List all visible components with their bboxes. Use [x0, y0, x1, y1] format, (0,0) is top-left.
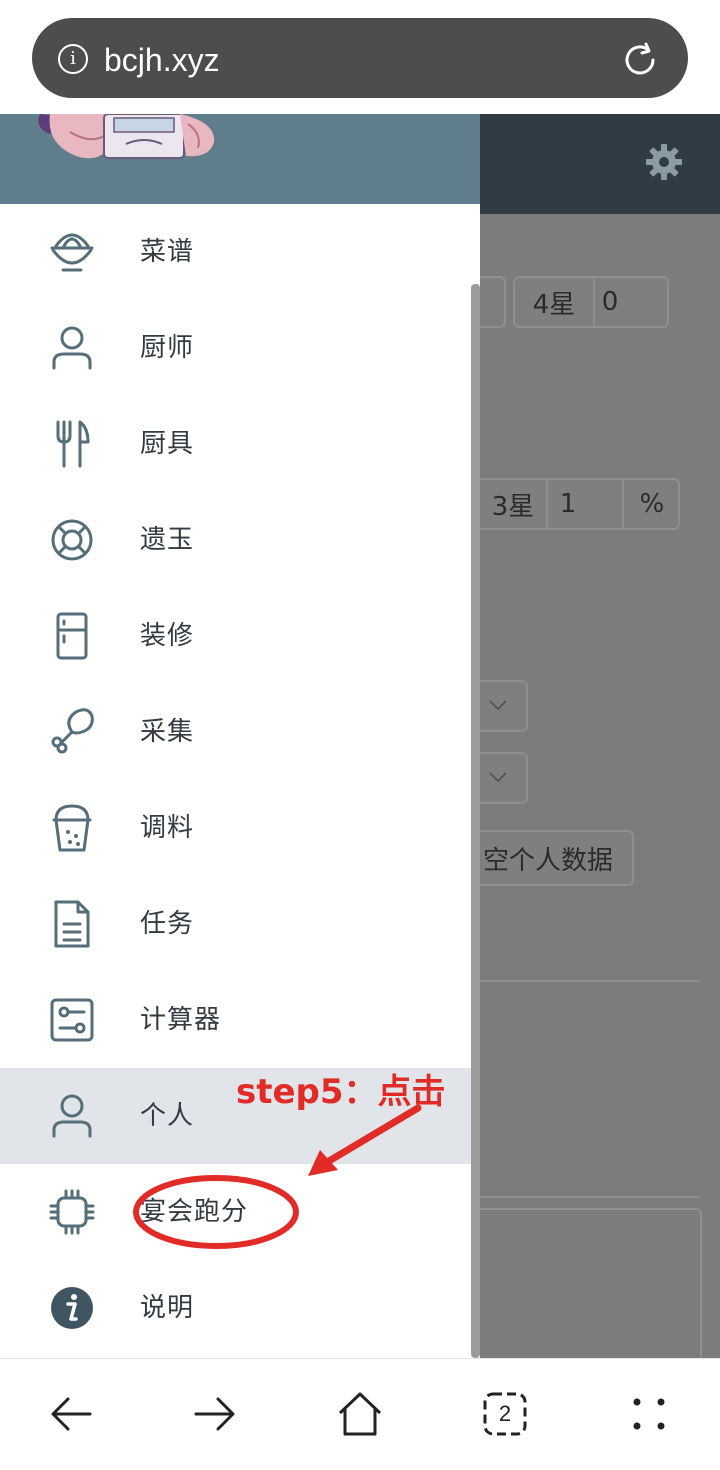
drawer-scrollbar[interactable]	[471, 284, 480, 1358]
annotation-arrow	[308, 1104, 422, 1176]
drawer-item-utensils[interactable]: 厨具	[0, 396, 480, 492]
star4-label: 4星	[515, 278, 595, 326]
browser-top-bar: i bcjh.xyz	[0, 0, 720, 114]
more-menu-icon[interactable]	[624, 1389, 674, 1439]
info-icon[interactable]: i	[58, 44, 88, 74]
divider	[480, 980, 700, 982]
drawer-item-label: 调料	[140, 813, 195, 843]
percent-unit: %	[622, 480, 680, 528]
drawer-item-calculator[interactable]: 计算器	[0, 972, 480, 1068]
url-text[interactable]: bcjh.xyz	[104, 38, 220, 82]
drawer-item-label: 厨师	[140, 333, 195, 363]
tab-count: 2	[498, 1401, 512, 1426]
chip-icon	[49, 1189, 95, 1235]
bowl-icon	[50, 233, 94, 272]
drawer-item-relics[interactable]: 遗玉	[0, 492, 480, 588]
lifebuoy-icon	[51, 519, 93, 561]
drawer-item-gather[interactable]: 采集	[0, 684, 480, 780]
drawer-item-label: 装修	[140, 621, 195, 651]
drawer-item-label: 说明	[140, 1293, 195, 1323]
star3-label: 3星	[480, 480, 548, 528]
drawer-header	[0, 114, 480, 204]
drawer-item-about[interactable]: 说明	[0, 1260, 480, 1356]
info-circle-icon	[51, 1287, 93, 1329]
star3-value: 1	[559, 489, 577, 519]
reload-icon[interactable]	[620, 40, 660, 80]
drawer-item-condiments[interactable]: 调料	[0, 780, 480, 876]
tabs-button[interactable]: 2	[480, 1389, 530, 1439]
drawer-item-label: 菜谱	[140, 237, 195, 267]
fridge-icon	[56, 612, 88, 660]
home-icon[interactable]	[335, 1389, 385, 1439]
sliders-icon	[50, 998, 94, 1042]
clear-data-label: 空个人数据	[482, 845, 613, 876]
divider	[480, 1196, 700, 1198]
utensils-icon	[56, 420, 90, 468]
browser-bottom-bar: 2	[0, 1358, 720, 1470]
drawer-item-label: 个人	[140, 1101, 195, 1131]
star4-input-group: 4星 0	[513, 276, 669, 328]
back-arrow-icon[interactable]	[46, 1389, 96, 1439]
drawer-item-label: 遗玉	[140, 525, 195, 555]
person-icon	[52, 1094, 92, 1138]
drawer-item-tasks[interactable]: 任务	[0, 876, 480, 972]
drawer-item-chefs[interactable]: 厨师	[0, 300, 480, 396]
drawer-item-decoration[interactable]: 装修	[0, 588, 480, 684]
drawer-item-recipes[interactable]: 菜谱	[0, 204, 480, 300]
document-icon	[54, 900, 90, 948]
bg-textarea	[470, 1208, 702, 1358]
mascot-image	[38, 114, 215, 159]
person-icon	[52, 326, 92, 370]
chevron-down-icon	[489, 772, 507, 783]
cup-icon	[52, 804, 92, 852]
chevron-down-icon	[489, 700, 507, 711]
drumstick-icon	[51, 708, 94, 754]
drawer-item-label: 厨具	[140, 429, 195, 459]
drawer-item-label: 计算器	[140, 1005, 222, 1035]
forward-arrow-icon[interactable]	[190, 1389, 240, 1439]
annotation-circle	[133, 1175, 299, 1249]
gear-icon[interactable]	[644, 142, 684, 182]
drawer-item-label: 任务	[140, 909, 195, 939]
star4-value: 0	[601, 287, 619, 317]
drawer-item-label: 采集	[140, 717, 195, 747]
